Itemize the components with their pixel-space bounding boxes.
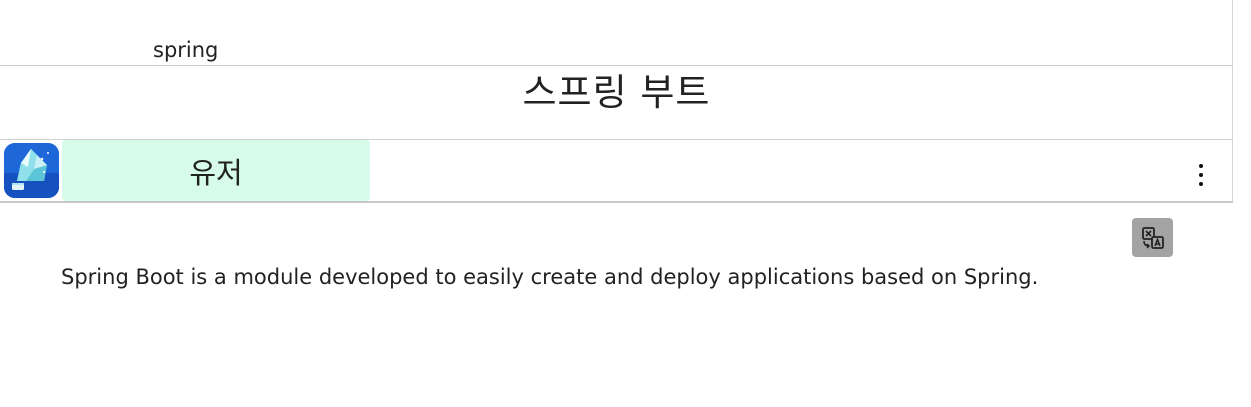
translate-icon xyxy=(1141,226,1164,249)
tab-user[interactable]: 유저 xyxy=(62,140,370,201)
translate-button[interactable] xyxy=(1132,218,1173,257)
header-bar: 유저 xyxy=(0,140,1233,201)
divider xyxy=(0,65,1233,66)
content-text: Spring Boot is a module developed to eas… xyxy=(61,265,1039,289)
topic-label: spring xyxy=(153,38,219,62)
iceberg-icon[interactable] xyxy=(4,143,59,198)
page-title: 스프링 부트 xyxy=(522,71,711,114)
divider xyxy=(0,201,1233,203)
more-vertical-icon[interactable] xyxy=(1191,164,1211,186)
